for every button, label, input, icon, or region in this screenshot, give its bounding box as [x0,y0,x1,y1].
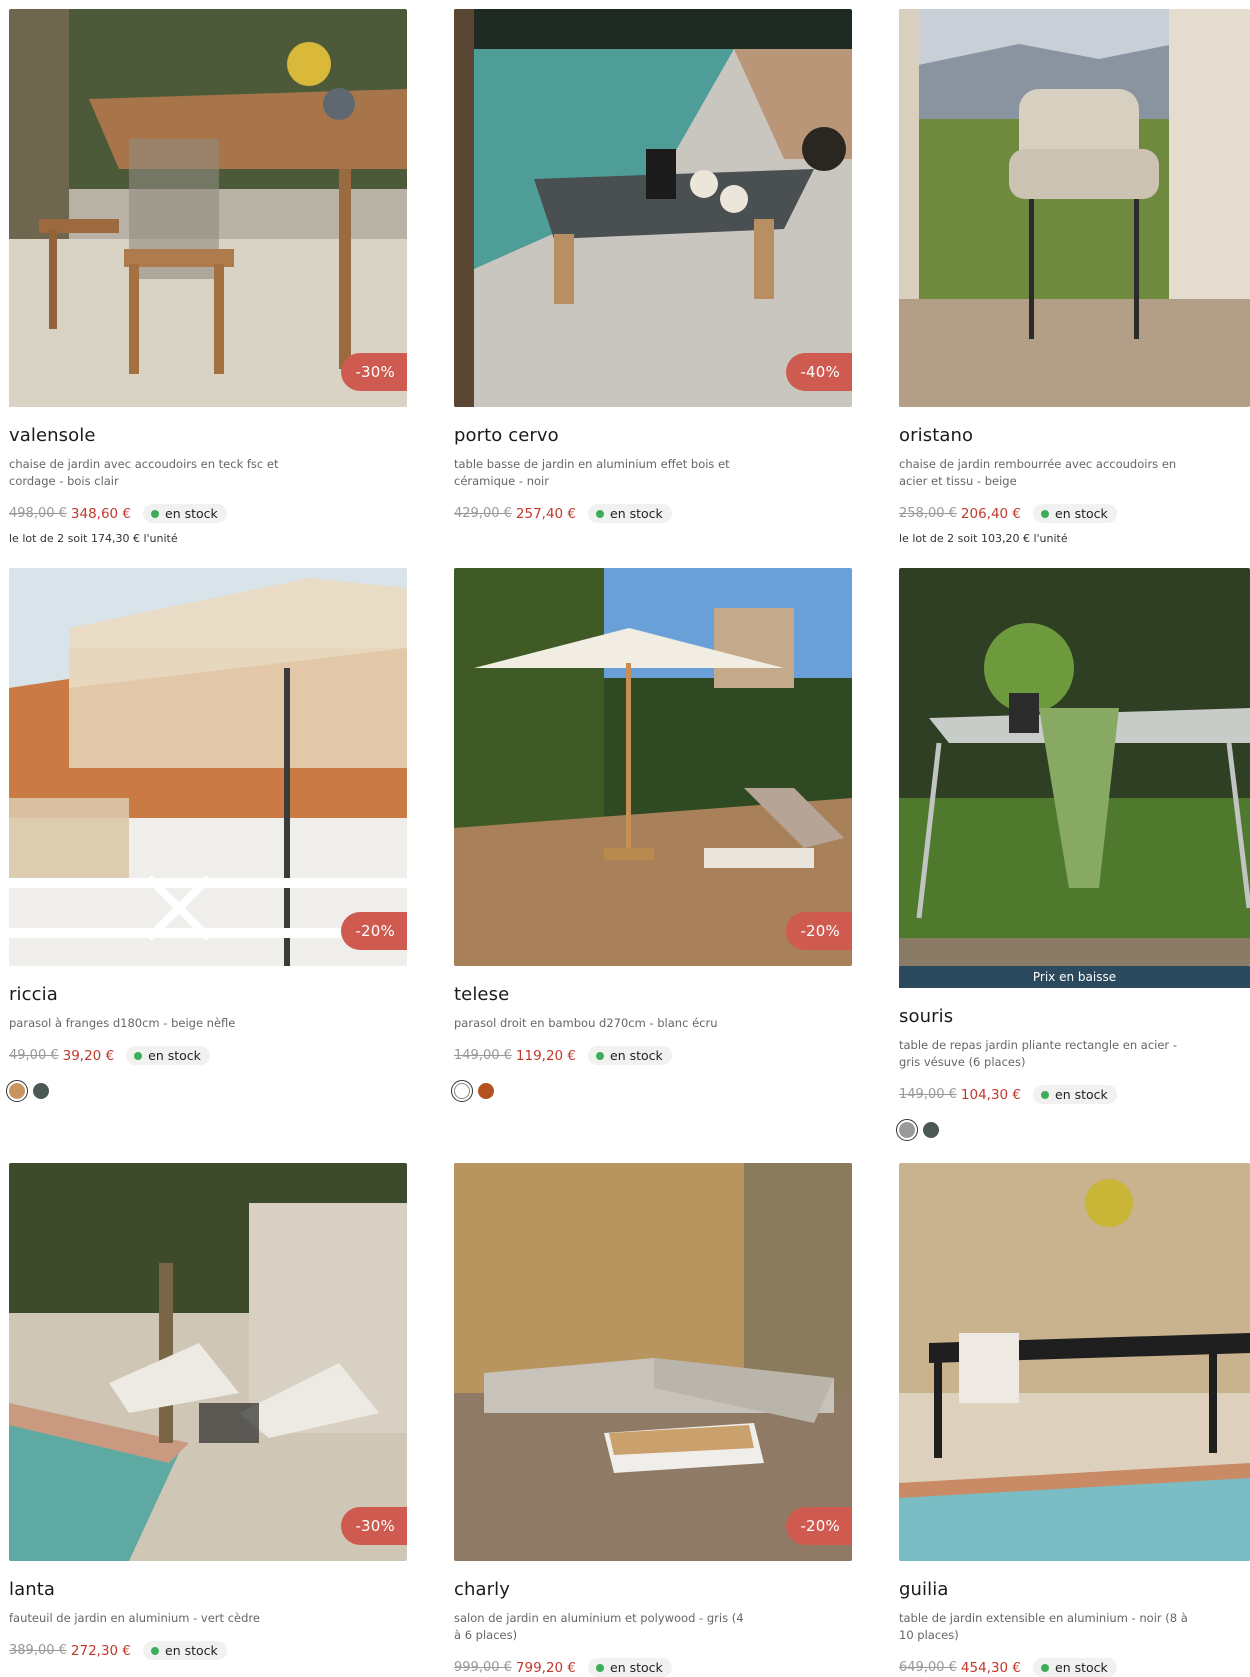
old-price: 498,00 € [9,506,67,521]
stock-dot-icon [151,509,160,518]
old-price: 999,00 € [454,1660,512,1675]
product-name[interactable]: lanta [9,1579,407,1600]
product-name[interactable]: riccia [9,984,407,1005]
price: 454,30 € [960,1659,1022,1676]
product-card[interactable]: -30% lanta fauteuil de jardin en alumini… [9,1163,407,1660]
product-card[interactable]: -30% valensole chaise de jardin avec acc… [9,9,407,545]
product-image[interactable]: -20% [454,568,852,966]
price: 104,30 € [960,1086,1022,1103]
product-image[interactable]: -40% [454,9,852,407]
product-card[interactable]: -40% porto cervo table basse de jardin e… [454,9,852,523]
old-price: 258,00 € [899,506,957,521]
product-image[interactable] [899,1163,1250,1561]
stock-dot-icon [596,1663,605,1672]
price: 206,40 € [960,505,1022,522]
product-card[interactable]: -20% charly salon de jardin en aluminium… [454,1163,852,1677]
price-drop-ribbon: Prix en baisse [899,966,1250,988]
product-name[interactable]: porto cervo [454,425,852,446]
product-description: fauteuil de jardin en aluminium - vert c… [9,1611,260,1625]
discount-badge: -40% [786,353,852,391]
product-name[interactable]: valensole [9,425,407,446]
stock-dot-icon [1041,1663,1050,1672]
color-swatches [451,1080,852,1102]
product-image[interactable] [899,568,1250,966]
product-name[interactable]: charly [454,1579,852,1600]
stock-dot-icon [596,509,605,518]
stock-badge: en stock [126,1046,210,1065]
old-price: 149,00 € [899,1087,957,1102]
price: 799,20 € [515,1659,577,1676]
stock-dot-icon [151,1646,160,1655]
stock-badge: en stock [588,504,672,523]
stock-dot-icon [1041,509,1050,518]
price: 119,20 € [515,1047,577,1064]
product-card[interactable]: -20% telese parasol droit en bambou d270… [451,568,852,1102]
lot-note: le lot de 2 soit 174,30 € l'unité [9,532,178,545]
stock-badge: en stock [1033,1085,1117,1104]
product-image[interactable]: -20% [454,1163,852,1561]
color-swatch[interactable] [478,1083,494,1099]
color-swatch[interactable] [896,1119,918,1141]
price: 257,40 € [515,505,577,522]
discount-badge: -20% [786,1507,852,1545]
product-card[interactable]: Prix en baisse souris table de repas jar… [896,568,1250,1141]
old-price: 149,00 € [454,1048,512,1063]
stock-dot-icon [134,1051,143,1060]
product-name[interactable]: guilia [899,1579,1250,1600]
price: 348,60 € [70,505,132,522]
product-name[interactable]: telese [454,984,852,1005]
product-description: salon de jardin en aluminium et polywood… [454,1611,744,1642]
product-name[interactable]: souris [899,1006,1250,1027]
product-card[interactable]: -20% riccia parasol à franges d180cm - b… [6,568,407,1102]
product-image[interactable]: -30% [9,9,407,407]
discount-badge: -30% [341,353,407,391]
product-card[interactable]: oristano chaise de jardin rembourrée ave… [899,9,1250,545]
product-name[interactable]: oristano [899,425,1250,446]
color-swatches [896,1119,1250,1141]
color-swatch[interactable] [451,1080,473,1102]
color-swatch[interactable] [923,1122,939,1138]
stock-dot-icon [1041,1090,1050,1099]
old-price: 429,00 € [454,506,512,521]
product-image[interactable] [899,9,1250,407]
old-price: 49,00 € [9,1048,59,1063]
product-description: parasol à franges d180cm - beige nèfle [9,1016,236,1030]
product-image[interactable]: -20% [9,568,407,966]
stock-badge: en stock [143,1641,227,1660]
stock-badge: en stock [588,1658,672,1677]
discount-badge: -30% [341,1507,407,1545]
product-description: chaise de jardin avec accoudoirs en teck… [9,457,279,488]
discount-badge: -20% [786,912,852,950]
lot-note: le lot de 2 soit 103,20 € l'unité [899,532,1068,545]
color-swatch[interactable] [6,1080,28,1102]
product-description: chaise de jardin rembourrée avec accoudo… [899,457,1177,488]
product-description: table basse de jardin en aluminium effet… [454,457,730,488]
stock-badge: en stock [143,504,227,523]
discount-badge: -20% [341,912,407,950]
stock-badge: en stock [588,1046,672,1065]
old-price: 649,00 € [899,1660,957,1675]
product-description: parasol droit en bambou d270cm - blanc é… [454,1016,718,1030]
price: 39,20 € [62,1047,115,1064]
product-description: table de repas jardin pliante rectangle … [899,1038,1177,1069]
product-description: table de jardin extensible en aluminium … [899,1611,1188,1642]
product-card[interactable]: guilia table de jardin extensible en alu… [899,1163,1250,1677]
price: 272,30 € [70,1642,132,1659]
old-price: 389,00 € [9,1643,67,1658]
stock-dot-icon [596,1051,605,1060]
product-image[interactable]: -30% [9,1163,407,1561]
color-swatches [6,1080,407,1102]
stock-badge: en stock [1033,504,1117,523]
color-swatch[interactable] [33,1083,49,1099]
stock-badge: en stock [1033,1658,1117,1677]
